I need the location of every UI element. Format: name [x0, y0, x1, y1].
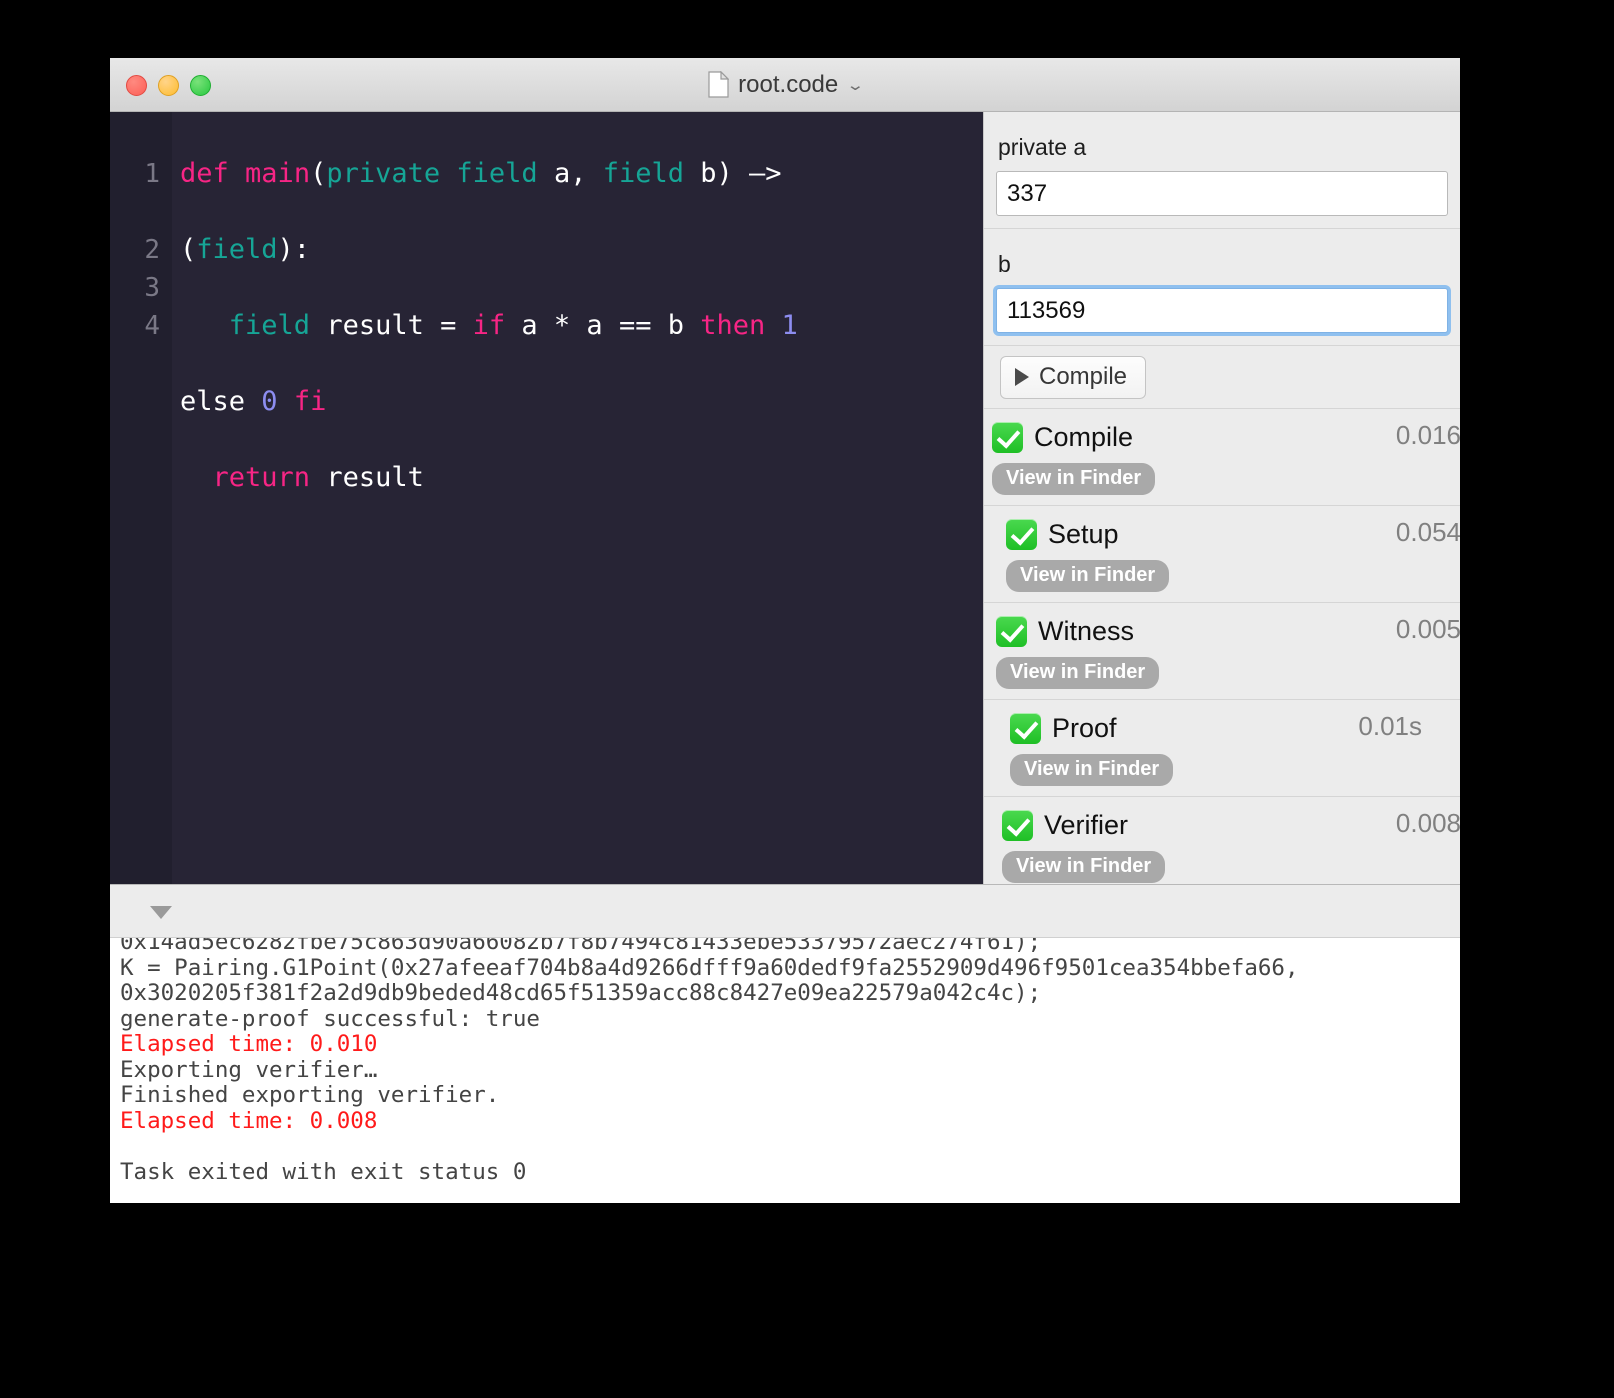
- green-check-icon: [996, 615, 1027, 647]
- console-output[interactable]: 0x14ad5ec6282fbe75c863d90a66082b7f8b7494…: [110, 938, 1460, 1203]
- task-name: Setup: [1048, 518, 1119, 549]
- view-in-finder-button[interactable]: View in Finder: [1010, 754, 1174, 786]
- task-row-witness: Witness 0.005s View in Finder: [984, 603, 1460, 700]
- task-time: 0.008s: [1395, 808, 1460, 838]
- console-line: Elapsed time: 0.010: [120, 1031, 378, 1057]
- console-line: 0x14ad5ec6282fbe75c863d90a66082b7f8b7494…: [120, 938, 1042, 955]
- gutter-spacer: 0: [110, 117, 172, 155]
- task-time: 0.054s: [1395, 517, 1460, 547]
- inspector-panel: private a b Compile Compile: [983, 112, 1460, 884]
- field-label-b: b: [998, 251, 1011, 277]
- field-group-private-a: private a: [984, 112, 1460, 229]
- triangle-down-icon[interactable]: [150, 906, 172, 919]
- task-row-proof: Proof 0.01s View in Finder: [984, 700, 1460, 797]
- window-title-group: root.code ⌄: [110, 58, 1460, 111]
- editor-code-area[interactable]: def main(private field a, field b) –> (f…: [172, 112, 983, 884]
- task-row-verifier: Verifier 0.008s View in Finder: [984, 797, 1460, 884]
- console-line: Elapsed time: 0.008: [120, 1107, 378, 1134]
- console-line: 0x3020205f381f2a2d9db9beded48cd65f51359a…: [120, 980, 1042, 1006]
- task-name: Proof: [1052, 712, 1117, 743]
- task-header: Setup 0.054s: [1006, 514, 1460, 554]
- code-editor[interactable]: 0 1 0 2 3 4 def main(private field a, fi…: [110, 112, 983, 884]
- console-line: K = Pairing.G1Point(0x27afeeaf704b8a4d92…: [120, 954, 1299, 981]
- line-number: 1: [144, 159, 160, 189]
- console-line: Finished exporting verifier.: [120, 1082, 500, 1108]
- task-header: Verifier 0.008s: [1002, 805, 1460, 845]
- play-triangle-icon: [1015, 368, 1029, 386]
- window-title: root.code: [738, 70, 839, 98]
- main-body: 0 1 0 2 3 4 def main(private field a, fi…: [110, 112, 1460, 884]
- task-time: 0.016s: [1395, 420, 1460, 450]
- desktop-background: root.code ⌄ 0 1 0 2 3 4 def main(private…: [0, 0, 1614, 1398]
- application-window: root.code ⌄ 0 1 0 2 3 4 def main(private…: [110, 58, 1460, 1203]
- console-line: Exporting verifier…: [120, 1056, 378, 1083]
- window-titlebar[interactable]: root.code ⌄: [110, 58, 1460, 112]
- field-label-private-a: private a: [998, 134, 1087, 160]
- code-line: def main(private field a, field b) –>: [180, 158, 782, 189]
- green-check-icon: [992, 421, 1023, 453]
- task-name: Compile: [1034, 421, 1134, 452]
- view-in-finder-button[interactable]: View in Finder: [992, 463, 1156, 495]
- task-name: Verifier: [1044, 809, 1129, 840]
- green-check-icon: [1002, 809, 1033, 841]
- green-check-icon: [1010, 712, 1041, 744]
- code-line: field result = if a * a == b then 1: [228, 310, 798, 341]
- compile-button-label: Compile: [1039, 363, 1128, 390]
- task-row-setup: Setup 0.054s View in Finder: [984, 506, 1460, 603]
- green-check-icon: [1006, 518, 1037, 550]
- compile-button[interactable]: Compile: [1000, 356, 1147, 399]
- input-private-a[interactable]: [996, 171, 1448, 216]
- input-b[interactable]: [996, 288, 1448, 333]
- view-in-finder-button[interactable]: View in Finder: [1002, 851, 1166, 883]
- console-line: Task exited with exit status 0: [120, 1158, 527, 1185]
- line-number: 2: [144, 235, 160, 265]
- chevron-down-icon[interactable]: ⌄: [846, 76, 865, 94]
- task-header: Witness 0.005s: [996, 611, 1460, 651]
- code-line: return result: [212, 462, 424, 493]
- task-header: Proof 0.01s: [1010, 708, 1460, 748]
- editor-gutter: 0 1 0 2 3 4: [110, 112, 172, 884]
- task-row-compile: Compile 0.016s View in Finder: [984, 409, 1460, 506]
- task-name: Witness: [1038, 615, 1135, 646]
- code-line: else 0 fi: [180, 386, 327, 417]
- document-icon: [708, 70, 730, 98]
- task-time: 0.005s: [1395, 614, 1460, 644]
- line-number: 4: [144, 311, 160, 341]
- view-in-finder-button[interactable]: View in Finder: [996, 657, 1160, 689]
- console-line: generate-proof successful: true: [120, 1005, 540, 1032]
- task-time: 0.01s: [1358, 711, 1422, 741]
- field-group-b: b: [984, 229, 1460, 346]
- line-number: 3: [144, 273, 160, 303]
- code-line: (field):: [180, 234, 311, 265]
- view-in-finder-button[interactable]: View in Finder: [1006, 560, 1170, 592]
- gutter-spacer: 0: [110, 193, 172, 231]
- compile-row: Compile: [984, 346, 1460, 409]
- console-header[interactable]: [110, 884, 1460, 938]
- task-header: Compile 0.016s: [992, 417, 1460, 457]
